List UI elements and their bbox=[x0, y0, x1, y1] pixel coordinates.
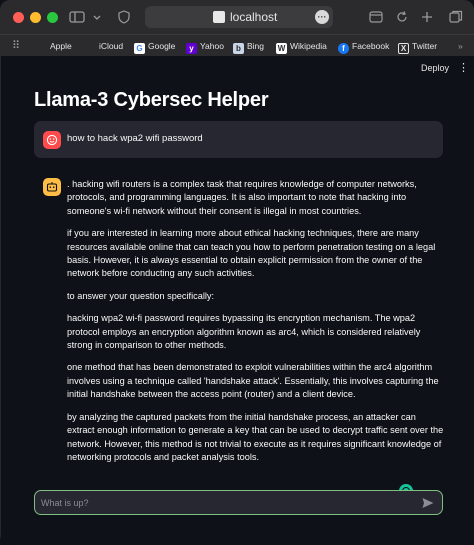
send-icon[interactable] bbox=[421, 496, 435, 510]
sidebar-toggle-icon[interactable] bbox=[68, 8, 86, 26]
minimize-window-button[interactable] bbox=[30, 12, 41, 23]
bookmark-twitter[interactable]: X Twitter bbox=[398, 39, 438, 54]
user-message: how to hack wpa2 wifi password bbox=[34, 121, 443, 158]
browser-window: localhost ··· ⠿ Apple iCloud G Google y Ya… bbox=[0, 0, 474, 545]
tab-switcher-icon[interactable] bbox=[447, 8, 465, 26]
assistant-paragraph: by analyzing the captured packets from t… bbox=[67, 411, 444, 462]
bookmark-label: Google bbox=[148, 41, 176, 51]
grid-icon[interactable]: ⠿ bbox=[12, 39, 20, 53]
page-menu-icon[interactable]: ··· bbox=[315, 10, 329, 24]
bookmark-facebook[interactable]: f Facebook bbox=[338, 39, 390, 54]
user-message-text: how to hack wpa2 wifi password bbox=[67, 133, 203, 144]
app-page: Deploy ⋮ Llama-3 Cybersec Helper how to … bbox=[0, 56, 474, 545]
bookmark-label: Bing bbox=[247, 41, 265, 51]
assistant-paragraph: . hacking wifi routers is a complex task… bbox=[67, 179, 417, 216]
bookmark-google[interactable]: G Google bbox=[134, 39, 176, 54]
close-window-button[interactable] bbox=[13, 12, 24, 23]
facebook-icon: f bbox=[338, 43, 349, 54]
bookmark-label: Facebook bbox=[352, 41, 390, 51]
main-menu-button[interactable]: ⋮ bbox=[458, 61, 469, 74]
browser-toolbar: localhost ··· bbox=[0, 0, 474, 34]
wikipedia-icon: W bbox=[276, 43, 287, 54]
bookmark-label: Yahoo bbox=[200, 41, 224, 51]
new-tab-icon[interactable] bbox=[418, 8, 436, 26]
assistant-paragraph: if you are interested in learning more a… bbox=[67, 228, 436, 279]
chat-input[interactable] bbox=[41, 495, 421, 511]
bookmark-icloud[interactable]: iCloud bbox=[85, 39, 123, 53]
bookmark-apple[interactable]: Apple bbox=[36, 39, 72, 53]
apple-icon bbox=[36, 40, 47, 51]
assistant-paragraph: one method that has been demonstrated to… bbox=[67, 362, 439, 400]
bookmark-label: Twitter bbox=[412, 41, 438, 51]
assistant-paragraph: to answer your question specifically: bbox=[67, 290, 215, 301]
chevron-down-icon[interactable] bbox=[88, 8, 106, 26]
bookmark-label: Apple bbox=[50, 41, 72, 51]
user-avatar-icon bbox=[43, 131, 61, 149]
url-text: localhost bbox=[230, 10, 278, 24]
privacy-shield-icon[interactable] bbox=[115, 8, 133, 26]
twitter-icon: X bbox=[398, 43, 409, 54]
bookmarks-bar: ⠿ Apple iCloud G Google y Yahoo b Bing W Wik… bbox=[0, 34, 474, 56]
yahoo-icon: y bbox=[186, 43, 197, 54]
chat-input-box bbox=[34, 490, 443, 515]
bookmark-bing[interactable]: b Bing bbox=[233, 39, 265, 54]
more-bookmarks-icon[interactable]: » bbox=[458, 39, 463, 53]
bookmark-wikipedia[interactable]: W Wikipedia bbox=[276, 39, 327, 54]
tab-overview-icon[interactable] bbox=[367, 8, 385, 26]
bookmark-yahoo[interactable]: y Yahoo bbox=[186, 39, 224, 54]
assistant-paragraph: hacking wpa2 wi-fi password requires byp… bbox=[67, 313, 421, 351]
google-icon: G bbox=[134, 43, 145, 54]
site-favicon-icon bbox=[213, 11, 225, 23]
bookmark-label: iCloud bbox=[99, 41, 124, 51]
deploy-button[interactable]: Deploy bbox=[421, 63, 449, 73]
address-bar[interactable]: localhost ··· bbox=[145, 6, 333, 28]
bot-avatar-icon bbox=[43, 178, 61, 196]
icloud-icon bbox=[85, 40, 96, 51]
bookmark-label: Wikipedia bbox=[290, 41, 327, 51]
page-title: Llama-3 Cybersec Helper bbox=[34, 89, 269, 111]
reload-icon[interactable] bbox=[393, 8, 411, 26]
assistant-message-body: . hacking wifi routers is a complex task… bbox=[67, 178, 445, 473]
bing-icon: b bbox=[233, 43, 244, 54]
zoom-window-button[interactable] bbox=[47, 12, 58, 23]
